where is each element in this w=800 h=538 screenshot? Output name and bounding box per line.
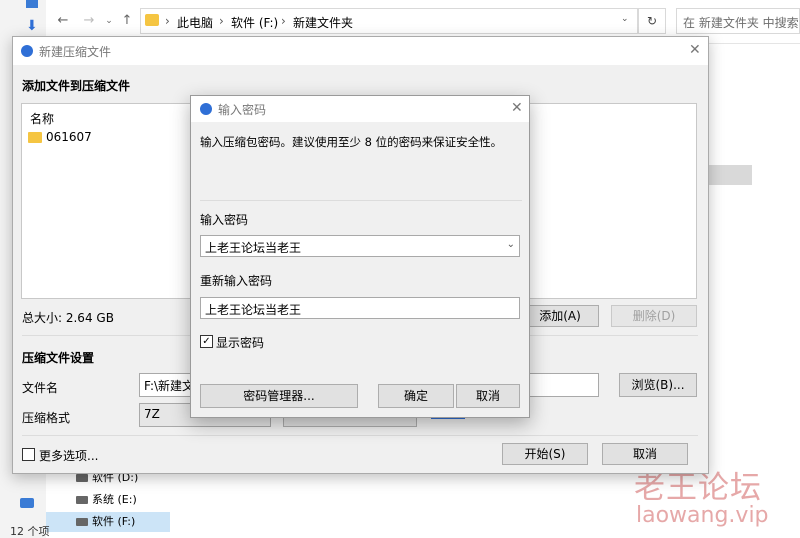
file-name: 061607 [46, 130, 92, 144]
dialog-titlebar: 输入密码 ✕ [191, 96, 529, 122]
refresh-icon[interactable]: ↻ [638, 8, 666, 34]
tree-item-drive-f[interactable]: 软件 (F:) [46, 512, 170, 532]
close-icon[interactable]: ✕ [511, 100, 523, 116]
down-arrow-icon: ⬇ [26, 18, 38, 34]
show-password-checkbox[interactable]: ✓ [200, 335, 213, 348]
chevron-down-icon[interactable]: ⌄ [507, 239, 515, 250]
forward-icon[interactable]: → [82, 14, 96, 28]
format-label: 压缩格式 [22, 411, 71, 425]
password-combobox[interactable]: 上老王论坛当老王 ⌄ [200, 235, 520, 257]
folder-icon [145, 14, 159, 26]
divider [22, 435, 698, 436]
drive-icon [76, 474, 88, 482]
filename-label: 文件名 [22, 381, 59, 395]
list-item[interactable]: 061607 [28, 128, 188, 146]
breadcrumb-sep: › [281, 14, 286, 28]
password-manager-button[interactable]: 密码管理器... [200, 384, 358, 408]
drive-icon [76, 518, 88, 526]
dialog-title: 新建压缩文件 [39, 45, 112, 59]
more-options-label: 更多选项... [39, 449, 99, 463]
app-icon [200, 103, 212, 115]
password-dialog: 输入密码 ✕ 输入压缩包密码。建议使用至少 8 位的密码来保证安全性。 输入密码… [190, 95, 530, 418]
search-input[interactable]: 在 新建文件夹 中搜索 [676, 8, 800, 34]
browse-button[interactable]: 浏览(B)... [619, 373, 697, 397]
password-description: 输入压缩包密码。建议使用至少 8 位的密码来保证安全性。 [200, 135, 503, 149]
breadcrumb-folder[interactable]: 新建文件夹 [293, 14, 353, 31]
selected-row [702, 165, 752, 185]
more-options-checkbox[interactable] [22, 448, 35, 461]
back-icon[interactable]: ← [56, 14, 70, 28]
add-button[interactable]: 添加(A) [521, 305, 599, 327]
divider [200, 200, 522, 201]
settings-heading: 压缩文件设置 [22, 351, 95, 365]
tree-item-label: 软件 (F:) [92, 515, 136, 528]
dialog-title: 输入密码 [218, 103, 267, 117]
watermark-url: laowang.vip [636, 503, 769, 528]
breadcrumb-this-pc[interactable]: 此电脑 [177, 14, 213, 31]
password-label: 输入密码 [200, 213, 249, 227]
tree-item-drive-e[interactable]: 系统 (E:) [46, 490, 170, 510]
breadcrumb-drive[interactable]: 软件 (F:) [231, 14, 278, 31]
add-files-heading: 添加文件到压缩文件 [22, 79, 131, 93]
drive-icon [76, 496, 88, 504]
total-size: 总大小: 2.64 GB [22, 311, 114, 325]
breadcrumb-sep: › [165, 14, 170, 28]
breadcrumb-sep: › [219, 14, 224, 28]
cancel-button[interactable]: 取消 [456, 384, 520, 408]
start-button[interactable]: 开始(S) [502, 443, 588, 465]
folder-icon [28, 132, 42, 143]
show-password-label: 显示密码 [216, 336, 265, 350]
cancel-button[interactable]: 取消 [602, 443, 688, 465]
up-icon[interactable]: ↑ [120, 14, 134, 28]
address-bar[interactable]: › 此电脑 › 软件 (F:) › 新建文件夹 ⌄ [140, 8, 638, 34]
password-value: 上老王论坛当老王 [205, 241, 302, 255]
address-dropdown-icon[interactable]: ⌄ [621, 14, 629, 24]
item-count: 12 个项 [10, 525, 50, 538]
reenter-password-label: 重新输入密码 [200, 274, 273, 288]
app-icon [21, 45, 33, 57]
column-header-name[interactable]: 名称 [30, 110, 54, 127]
recent-chevron-icon[interactable]: ⌄ [102, 14, 116, 28]
delete-button[interactable]: 删除(D) [611, 305, 697, 327]
close-icon[interactable]: ✕ [689, 42, 701, 58]
dialog-titlebar: 新建压缩文件 ✕ [13, 37, 708, 65]
monitor-icon [26, 0, 38, 8]
ok-button[interactable]: 确定 [378, 384, 454, 408]
tree-item-label: 系统 (E:) [92, 493, 137, 506]
reenter-password-input[interactable]: 上老王论坛当老王 [200, 297, 520, 319]
network-icon [20, 498, 34, 508]
